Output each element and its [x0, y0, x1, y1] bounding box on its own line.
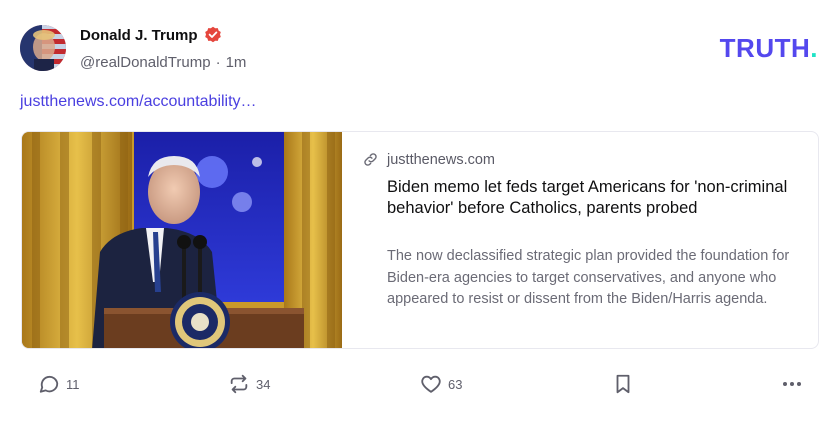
reply-icon	[39, 375, 59, 393]
display-name[interactable]: Donald J. Trump	[80, 27, 198, 44]
like-count: 63	[448, 376, 463, 392]
handle[interactable]: @realDonaldTrump	[80, 54, 211, 71]
logo-text: TRUTH	[719, 33, 811, 63]
more-options-button[interactable]	[780, 372, 804, 396]
bookmark-button[interactable]	[612, 372, 634, 396]
card-image	[22, 132, 342, 348]
truth-logo[interactable]: TRUTH.	[720, 33, 818, 64]
status-link[interactable]: justthenews.com/accountability…	[20, 93, 257, 111]
action-bar: 11 34 63	[0, 372, 840, 396]
timestamp[interactable]: 1m	[226, 54, 247, 71]
like-button[interactable]: 63	[420, 372, 462, 396]
author-name-row: Donald J. Trump	[80, 25, 222, 45]
bookmark-icon	[616, 374, 630, 394]
card-description: The now declassified strategic plan prov…	[387, 248, 790, 307]
heart-icon	[421, 375, 441, 393]
more-icon	[783, 382, 801, 386]
separator: ·	[215, 53, 221, 71]
avatar-image	[20, 25, 66, 71]
handle-row: @realDonaldTrump · 1m	[80, 52, 246, 72]
reply-button[interactable]: 11	[38, 372, 80, 396]
retruth-count: 34	[256, 376, 271, 392]
verified-badge-icon	[204, 26, 222, 44]
post: Donald J. Trump @realDonaldTrump · 1m TR…	[0, 0, 840, 424]
link-preview-card[interactable]: justthenews.com Biden memo let feds targ…	[21, 131, 819, 349]
logo-dot: .	[810, 33, 818, 63]
card-title: Biden memo let feds target Americans for…	[387, 178, 788, 217]
retruth-button[interactable]: 34	[228, 372, 270, 396]
card-domain-row: justthenews.com	[362, 151, 495, 168]
reply-count: 11	[66, 376, 80, 392]
avatar[interactable]	[20, 25, 66, 71]
link-icon	[364, 153, 377, 166]
retruth-icon	[230, 374, 248, 394]
card-domain: justthenews.com	[387, 151, 495, 168]
